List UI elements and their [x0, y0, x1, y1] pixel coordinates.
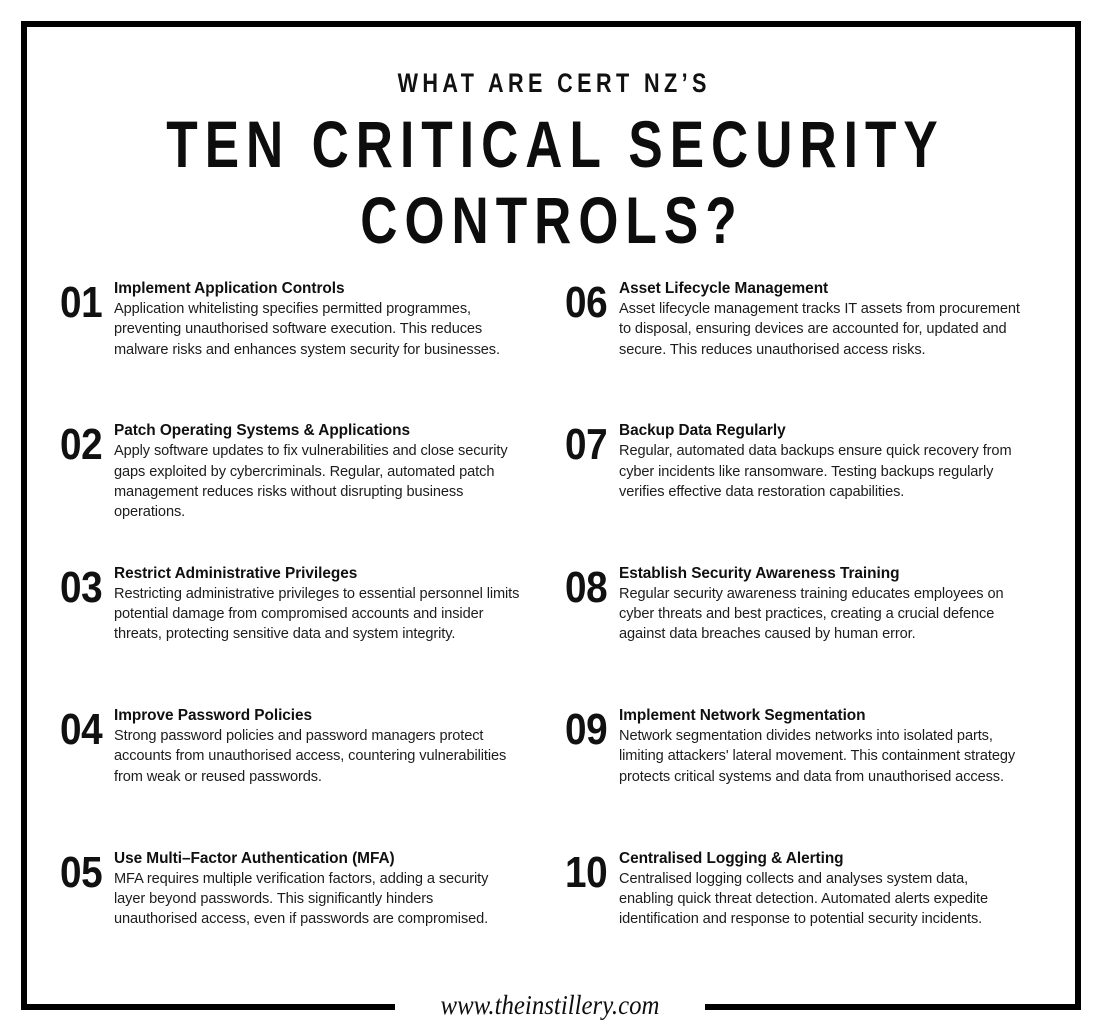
control-title: Backup Data Regularly [619, 422, 786, 440]
control-body: Implement Application Controls Applicati… [114, 279, 520, 360]
footer-website-url[interactable]: www.theinstillery.com [407, 988, 692, 1022]
control-description: Network segmentation divides networks in… [619, 728, 1016, 785]
control-body: Patch Operating Systems & Applications A… [114, 421, 520, 522]
control-item: 09 Implement Network Segmentation Networ… [565, 706, 1025, 848]
control-body: Asset Lifecycle Management Asset lifecyc… [619, 279, 1025, 360]
control-description: Regular, automated data backups ensure q… [619, 443, 1012, 500]
control-number: 07 [565, 420, 608, 470]
control-description: Application whitelisting specifies permi… [114, 301, 500, 358]
control-number: 03 [60, 562, 103, 612]
control-item: 07 Backup Data Regularly Regular, automa… [565, 421, 1025, 563]
control-title: Restrict Administrative Privileges [114, 564, 358, 582]
control-number: 02 [60, 420, 103, 470]
control-description: Apply software updates to fix vulnerabil… [114, 443, 508, 521]
poster-headline: TEN CRITICAL SECURITY CONTROLS? [166, 107, 945, 257]
control-description: Asset lifecycle management tracks IT ass… [619, 301, 1020, 358]
control-title: Establish Security Awareness Training [619, 564, 900, 582]
control-item: 04 Improve Password Policies Strong pass… [60, 706, 520, 848]
control-description: Strong password policies and password ma… [114, 728, 507, 785]
control-description: Regular security awareness training educ… [619, 585, 1004, 643]
control-body: Improve Password Policies Strong passwor… [114, 706, 520, 787]
controls-column-left: 01 Implement Application Controls Applic… [60, 279, 520, 991]
control-item: 01 Implement Application Controls Applic… [60, 279, 520, 421]
control-title: Use Multi–Factor Authentication (MFA) [114, 849, 395, 867]
control-item: 05 Use Multi–Factor Authentication (MFA)… [60, 849, 520, 991]
control-body: Establish Security Awareness Training Re… [619, 564, 1025, 645]
control-description: MFA requires multiple verification facto… [114, 870, 489, 928]
control-title: Implement Application Controls [114, 280, 345, 297]
control-title: Improve Password Policies [114, 707, 313, 725]
control-body: Backup Data Regularly Regular, automated… [619, 421, 1025, 502]
control-description: Restricting administrative privileges to… [114, 585, 520, 643]
control-title: Centralised Logging & Alerting [619, 849, 844, 867]
control-item: 08 Establish Security Awareness Training… [565, 564, 1025, 706]
control-body: Centralised Logging & Alerting Centralis… [619, 849, 1025, 930]
control-body: Restrict Administrative Privileges Restr… [114, 564, 520, 645]
control-title: Patch Operating Systems & Applications [114, 422, 411, 440]
frame-border-bottom-left [21, 1004, 395, 1010]
controls-columns: 01 Implement Application Controls Applic… [0, 279, 1104, 979]
poster-eyebrow: WHAT ARE CERT NZ’S [397, 68, 711, 98]
control-number: 08 [565, 562, 608, 612]
control-body: Implement Network Segmentation Network s… [619, 706, 1025, 787]
control-body: Use Multi–Factor Authentication (MFA) MF… [114, 849, 520, 930]
frame-border-bottom-right [705, 1004, 1081, 1010]
control-item: 02 Patch Operating Systems & Application… [60, 421, 520, 563]
control-number: 01 [60, 278, 103, 327]
control-description: Centralised logging collects and analyse… [619, 870, 989, 928]
control-number: 06 [565, 278, 608, 327]
controls-column-right: 06 Asset Lifecycle Management Asset life… [565, 279, 1025, 991]
control-title: Implement Network Segmentation [619, 707, 866, 725]
control-item: 10 Centralised Logging & Alerting Centra… [565, 849, 1025, 991]
control-item: 06 Asset Lifecycle Management Asset life… [565, 279, 1025, 421]
control-item: 03 Restrict Administrative Privileges Re… [60, 564, 520, 706]
frame-border-top [21, 21, 1081, 27]
control-number: 09 [565, 705, 608, 755]
control-number: 04 [60, 705, 103, 755]
control-number: 05 [60, 847, 103, 897]
infographic-poster: WHAT ARE CERT NZ’S TEN CRITICAL SECURITY… [0, 0, 1104, 1031]
control-number: 10 [565, 847, 608, 897]
control-title: Asset Lifecycle Management [619, 280, 829, 297]
